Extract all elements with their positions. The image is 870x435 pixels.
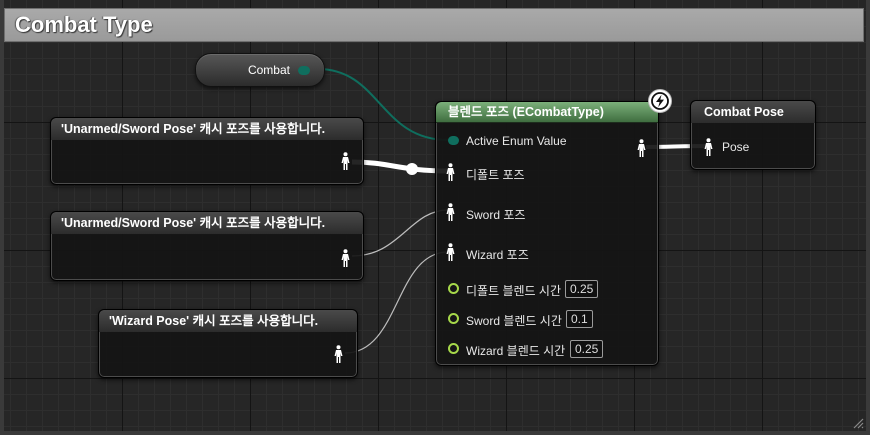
default-pose-label: 디폴트 포즈 — [466, 168, 525, 182]
lightning-bolt-icon — [648, 89, 672, 113]
pose-figure-icon[interactable] — [446, 163, 455, 181]
blend-time-row-sword[interactable]: Sword 블렌드 시간 0.1 — [446, 309, 646, 329]
cached-pose-title: 'Unarmed/Sword Pose' 캐시 포즈를 사용합니다. — [51, 212, 363, 234]
pose-figure-icon[interactable] — [341, 152, 350, 170]
pose-figure-icon[interactable] — [341, 249, 350, 267]
cached-pose-node-1[interactable]: 'Unarmed/Sword Pose' 캐시 포즈를 사용합니다. — [50, 117, 364, 185]
sword-pose-label: Sword 포즈 — [466, 208, 526, 222]
enum-input-pin[interactable] — [448, 136, 459, 145]
pose-figure-icon[interactable] — [637, 139, 646, 157]
float-input-pin[interactable] — [448, 313, 459, 324]
output-pose-label: Pose — [722, 140, 750, 154]
sword-pose-wire[interactable] — [351, 209, 449, 257]
blend-time-row-wizard[interactable]: Wizard 블렌드 시간 0.25 — [446, 339, 646, 359]
blend-time-field[interactable]: 0.1 — [566, 310, 593, 328]
float-input-pin[interactable] — [448, 283, 459, 294]
cached-pose-node-3[interactable]: 'Wizard Pose' 캐시 포즈를 사용합니다. — [98, 309, 358, 378]
combat-variable-node[interactable]: Combat — [195, 53, 325, 87]
cached-pose-node-2[interactable]: 'Unarmed/Sword Pose' 캐시 포즈를 사용합니다. — [50, 211, 364, 281]
sword-pose-row[interactable]: Sword 포즈 — [446, 203, 646, 223]
blend-poses-node[interactable]: 블렌드 포즈 (ECombatType) Active Enum Value 디… — [435, 101, 659, 366]
default-pose-row[interactable]: 디폴트 포즈 — [446, 163, 646, 183]
pose-figure-icon[interactable] — [334, 345, 343, 363]
resize-grip-icon[interactable] — [852, 417, 864, 429]
pose-figure-icon[interactable] — [704, 138, 713, 156]
default-pose-wire[interactable] — [351, 159, 449, 174]
active-enum-row[interactable]: Active Enum Value — [446, 131, 646, 151]
wizard-pose-row[interactable]: Wizard 포즈 — [446, 243, 646, 263]
pose-figure-icon[interactable] — [446, 203, 455, 221]
wire-reroute-dot[interactable] — [406, 163, 418, 175]
pose-figure-icon[interactable] — [446, 243, 455, 261]
cached-pose-title: 'Wizard Pose' 캐시 포즈를 사용합니다. — [99, 310, 357, 332]
cached-pose-title: 'Unarmed/Sword Pose' 캐시 포즈를 사용합니다. — [51, 118, 363, 140]
enum-output-pin[interactable] — [298, 66, 310, 75]
blend-node-title: 블렌드 포즈 (ECombatType) — [436, 102, 658, 123]
blend-time-label: 디폴트 블렌드 시간 — [466, 284, 561, 298]
blend-time-label: Sword 블렌드 시간 — [466, 314, 562, 328]
combat-pose-output-node[interactable]: Combat Pose Pose — [690, 100, 816, 170]
float-input-pin[interactable] — [448, 343, 459, 354]
active-enum-label: Active Enum Value — [466, 134, 567, 148]
output-node-title: Combat Pose — [691, 101, 815, 123]
wizard-pose-label: Wizard 포즈 — [466, 248, 529, 262]
blend-time-row-default[interactable]: 디폴트 블렌드 시간 0.25 — [446, 279, 646, 299]
blend-time-label: Wizard 블렌드 시간 — [466, 344, 566, 358]
blend-time-field[interactable]: 0.25 — [570, 340, 604, 358]
anim-graph-canvas[interactable]: Combat Type Combat 'Unarmed/Sword Pose' … — [0, 0, 870, 435]
blend-time-field[interactable]: 0.25 — [565, 280, 599, 298]
variable-label: Combat — [247, 63, 290, 77]
